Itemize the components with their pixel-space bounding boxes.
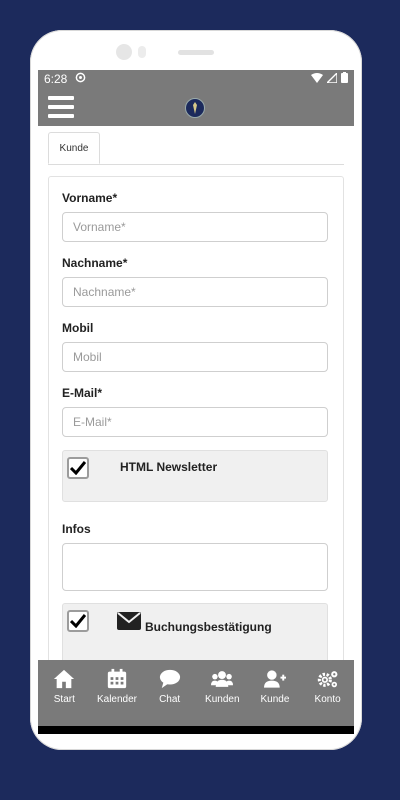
nav-start-label: Start — [53, 694, 75, 705]
nav-kunde-label: Kunde — [260, 694, 290, 705]
nav-kalender[interactable]: Kalender — [92, 668, 142, 705]
buchung-panel: Buchungsbestätigung — [62, 603, 328, 663]
tab-bar: Kunde — [48, 126, 344, 165]
nav-kunde[interactable]: Kunde — [250, 668, 300, 705]
user-plus-icon — [263, 670, 286, 688]
infos-textarea[interactable] — [62, 543, 328, 591]
nav-kunden[interactable]: Kunden — [197, 668, 247, 705]
brand-logo — [185, 98, 205, 118]
nachname-label: Nachname* — [62, 256, 128, 270]
system-navigation — [38, 726, 354, 734]
calendar-icon — [107, 668, 127, 689]
home-button[interactable] — [176, 732, 216, 734]
users-icon — [211, 671, 234, 687]
gears-icon — [317, 671, 338, 688]
nav-konto-label: Konto — [314, 694, 341, 705]
signal-icon — [325, 71, 338, 86]
nav-chat[interactable]: Chat — [145, 668, 195, 705]
status-time: 6:28 — [44, 72, 68, 86]
newsletter-label: HTML Newsletter — [120, 460, 218, 474]
buchung-label: Buchungsbestätigung — [145, 620, 272, 634]
home-icon — [54, 669, 75, 689]
newsletter-checkbox[interactable] — [67, 457, 89, 479]
envelope-icon — [117, 612, 141, 635]
tab-kunde[interactable]: Kunde — [48, 132, 100, 164]
checkmark-icon — [70, 614, 86, 628]
speaker-grille — [178, 50, 214, 55]
email-label: E-Mail* — [62, 386, 103, 400]
email-field[interactable] — [62, 407, 328, 437]
chat-icon — [159, 669, 180, 689]
buchung-checkbox[interactable] — [67, 610, 89, 632]
nav-konto[interactable]: Konto — [303, 668, 353, 705]
nav-kunden-label: Kunden — [205, 694, 240, 705]
vorname-field[interactable] — [62, 212, 328, 242]
app-header — [38, 88, 354, 126]
status-bar: 6:28 — [38, 70, 354, 88]
wifi-icon — [311, 72, 323, 86]
app-screen: 6:28 Kunde Vorname* Vorname* Nachname* N… — [38, 70, 354, 734]
newsletter-panel: HTML Newsletter — [62, 450, 328, 502]
camera-icon — [116, 44, 132, 60]
bottom-navigation: Start Kalender Chat Kunden Kunde Konto — [38, 660, 354, 726]
customer-form: Vorname* Nachname* Mobil E-Mail* HTML Ne… — [48, 176, 344, 698]
nav-kalender-label: Kalender — [96, 694, 137, 705]
infos-label: Infos — [62, 522, 91, 536]
menu-icon[interactable] — [48, 96, 74, 118]
sensor-icon — [138, 46, 146, 58]
mobil-label: Mobil — [62, 321, 94, 335]
phone-frame: 6:28 Kunde Vorname* Vorname* Nachname* N… — [30, 30, 362, 750]
checkmark-icon — [70, 461, 86, 475]
sync-icon — [75, 72, 86, 86]
nachname-field[interactable] — [62, 277, 328, 307]
recents-button[interactable] — [281, 732, 321, 734]
nav-chat-label: Chat — [159, 694, 181, 705]
mobil-field[interactable] — [62, 342, 328, 372]
nav-start[interactable]: Start — [39, 668, 89, 705]
battery-icon — [341, 72, 348, 86]
vorname-label: Vorname* — [62, 191, 118, 205]
back-button[interactable] — [71, 732, 111, 734]
